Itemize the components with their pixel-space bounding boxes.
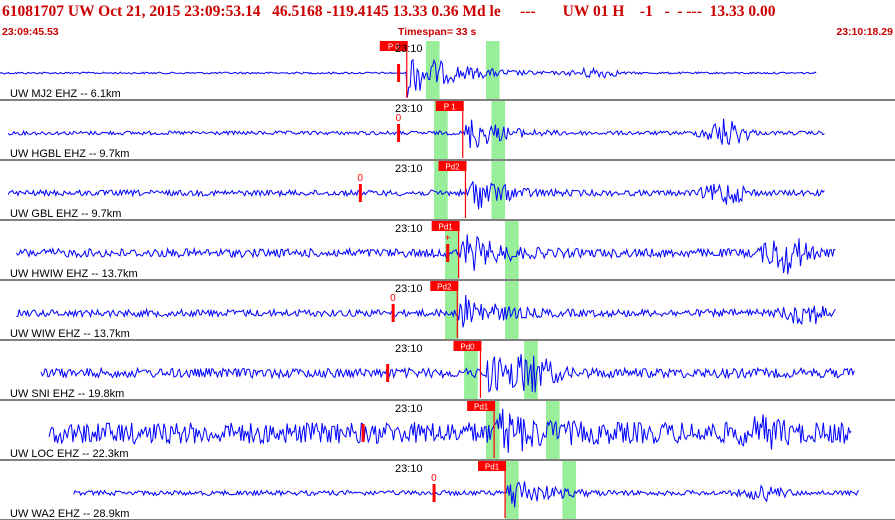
station-label: UW WA2 EHZ -- 28.9km — [10, 508, 129, 520]
pick-label: Pd2 — [445, 163, 460, 172]
event-summary-line: 61081707 UW Oct 21, 2015 23:09:53.14 46.… — [2, 3, 776, 20]
trace-row[interactable]: P 023:10UW MJ2 EHZ -- 6.1km — [0, 41, 895, 101]
station-label: UW HGBL EHZ -- 9.7km — [10, 148, 129, 160]
coda-marker[interactable] — [386, 364, 390, 382]
coda-marker[interactable] — [397, 124, 401, 142]
station-label: UW SNI EHZ -- 19.8km — [10, 388, 124, 400]
trace-row[interactable]: Pd1 23:10 0 UW WA2 EHZ -- 28.9km — [0, 461, 895, 520]
coda-marker-label: 0 — [357, 173, 363, 184]
trace-row[interactable]: Pd1 23:10 + UW HWIW EHZ -- 13.7km — [0, 221, 895, 281]
pick-label: Pd1 — [474, 403, 489, 412]
pick-label: Pd0 — [460, 343, 475, 352]
coda-marker[interactable] — [391, 304, 395, 322]
coda-marker-label: 0 — [431, 473, 437, 484]
event-header: 61081707 UW Oct 21, 2015 23:09:53.14 46.… — [0, 0, 895, 40]
waveform — [15, 234, 836, 275]
coda-marker[interactable] — [361, 424, 365, 442]
minute-tick-label: 23:10 — [395, 343, 423, 355]
coda-marker-label: 0 — [390, 293, 396, 304]
minute-tick-label: 23:10 — [395, 43, 423, 55]
waveform — [16, 294, 836, 328]
station-label: UW MJ2 EHZ -- 6.1km — [10, 88, 121, 100]
coda-marker[interactable] — [397, 64, 401, 82]
trace-row[interactable]: Pd0 23:10 UW SNI EHZ -- 19.8km — [0, 341, 895, 401]
trace-row[interactable]: Pd2 23:10 0 UW GBL EHZ -- 9.7km — [0, 161, 895, 221]
pick-window — [425, 41, 440, 99]
pick-window — [505, 281, 519, 339]
waveform — [48, 408, 852, 453]
station-label: UW WIW EHZ -- 13.7km — [10, 328, 130, 340]
pick-label: Pd1 — [439, 223, 454, 232]
minute-tick-label: 23:10 — [395, 463, 423, 475]
coda-marker-label: + — [445, 233, 451, 244]
coda-marker[interactable] — [446, 244, 450, 262]
window-start-time: 23:09:45.53 — [2, 26, 59, 38]
waveform — [73, 481, 860, 508]
minute-tick-label: 23:10 — [395, 163, 423, 175]
coda-marker-label: 0 — [396, 113, 402, 124]
station-label: UW LOC EHZ -- 22.3km — [10, 448, 129, 460]
waveform — [40, 353, 855, 393]
waveform — [0, 58, 817, 98]
minute-tick-label: 23:10 — [395, 223, 423, 235]
coda-marker[interactable] — [358, 184, 362, 202]
seismogram-panel[interactable]: P 023:10UW MJ2 EHZ -- 6.1kmP 123:100UW H… — [0, 40, 895, 520]
minute-tick-label: 23:10 — [395, 283, 423, 295]
waveform — [7, 118, 825, 149]
trace-row[interactable]: Pd2 23:100 UW WIW EHZ -- 13.7km — [0, 281, 895, 341]
trace-row[interactable]: P 123:100UW HGBL EHZ -- 9.7km — [0, 101, 895, 161]
station-label: UW HWIW EHZ -- 13.7km — [10, 268, 138, 280]
station-label: UW GBL EHZ -- 9.7km — [10, 208, 121, 220]
timespan-label: Timespan= 33 s — [398, 26, 477, 38]
trace-row[interactable]: Pd1 23:10 UW LOC EHZ -- 22.3km — [0, 401, 895, 461]
minute-tick-label: 23:10 — [395, 403, 423, 415]
window-end-time: 23:10:18.29 — [836, 26, 893, 38]
pick-label: Pd2 — [437, 283, 452, 292]
coda-marker[interactable] — [432, 484, 436, 502]
pick-label: Pd1 — [485, 463, 500, 472]
pick-label: P 1 — [444, 103, 456, 112]
waveform — [7, 181, 825, 210]
